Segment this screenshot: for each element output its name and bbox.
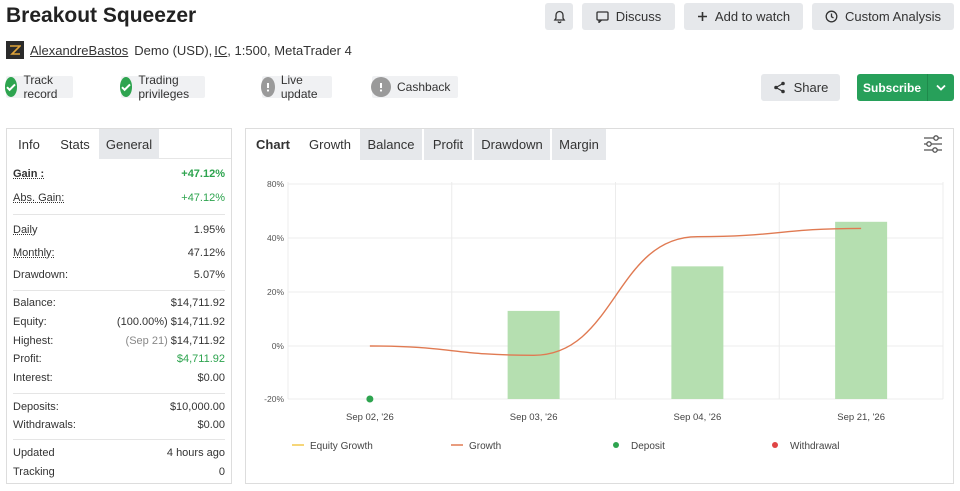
- sliders-icon: [924, 135, 942, 153]
- author-logo: [6, 41, 24, 59]
- tab-margin[interactable]: Margin: [552, 129, 608, 160]
- legend-swatch: [613, 442, 619, 448]
- tab-profit[interactable]: Profit: [424, 129, 474, 160]
- subscribe-dropdown[interactable]: [927, 74, 954, 101]
- tab-growth[interactable]: Growth: [300, 129, 360, 160]
- x-tick-label: Sep 04, '26: [673, 412, 721, 423]
- stat-drawdown: Drawdown: 5.07%: [13, 269, 225, 281]
- check-icon: [5, 77, 18, 97]
- author-logo-icon: [10, 45, 21, 55]
- growth-chart: 80%40%20%0%-20% Sep 02, '26 Sep 03, '26 Se…: [264, 179, 944, 452]
- tab-balance[interactable]: Balance: [360, 129, 424, 160]
- badge-label: Trading privileges: [138, 73, 190, 101]
- page-title: Breakout Squeezer: [6, 4, 197, 27]
- divider: [13, 439, 225, 440]
- stat-updated: Updated 4 hours ago: [13, 447, 225, 459]
- legend-label: Withdrawal: [790, 441, 839, 452]
- legend-label: Deposit: [631, 441, 665, 452]
- subscribe-button[interactable]: Subscribe: [857, 74, 954, 101]
- stat-monthly: Monthly: 47.12%: [13, 247, 225, 259]
- author-link[interactable]: AlexandreBastos: [30, 43, 128, 58]
- tab-info[interactable]: Info: [7, 129, 51, 159]
- plus-icon: [697, 12, 707, 21]
- broker-link[interactable]: IC: [214, 43, 227, 58]
- tab-chart[interactable]: Chart: [246, 129, 300, 160]
- clock-icon: [825, 10, 838, 23]
- tab-general[interactable]: General: [99, 129, 159, 159]
- share-button[interactable]: Share: [761, 74, 840, 101]
- comment-icon: [596, 10, 609, 23]
- share-icon: [773, 81, 785, 94]
- badge-cashback: Cashback: [371, 76, 459, 98]
- deposit-point: [366, 395, 374, 403]
- legend-label: Growth: [469, 441, 501, 452]
- growth-bar: [671, 266, 724, 399]
- stats-tabs: Info Stats General: [7, 129, 231, 159]
- tab-drawdown[interactable]: Drawdown: [474, 129, 552, 160]
- custom-analysis-label: Custom Analysis: [844, 9, 942, 24]
- discuss-button[interactable]: Discuss: [582, 3, 675, 30]
- x-tick-label: Sep 03, '26: [510, 412, 558, 423]
- divider: [13, 290, 225, 291]
- highest-date: (Sep 21): [125, 335, 168, 347]
- custom-analysis-button[interactable]: Custom Analysis: [812, 3, 954, 30]
- badge-label: Cashback: [397, 80, 451, 94]
- y-tick-label: 20%: [267, 287, 284, 297]
- stat-equity: Equity: (100.00%) $14,711.92: [13, 316, 225, 328]
- account-details: , 1:500, MetaTrader 4: [227, 42, 352, 58]
- share-label: Share: [793, 80, 829, 95]
- equity-percent: (100.00%): [116, 316, 168, 328]
- warning-icon: [261, 77, 275, 97]
- stat-gain: Gain : +47.12%: [13, 168, 225, 180]
- badge-label: Live update: [280, 73, 318, 101]
- tab-stats[interactable]: Stats: [51, 129, 99, 159]
- stat-tracking: Tracking 0: [13, 466, 225, 478]
- legend-swatch: [772, 442, 778, 448]
- y-tick-label: 40%: [267, 233, 284, 243]
- account-info: AlexandreBastos Demo (USD), IC , 1:500, …: [6, 40, 352, 60]
- x-tick-label: Sep 02, '26: [346, 412, 394, 423]
- chart-points: [366, 395, 374, 403]
- chart-legend: Equity Growth Growth Deposit Withdrawal: [292, 441, 839, 452]
- divider: [13, 214, 225, 215]
- stat-deposits: Deposits: $10,000.00: [13, 401, 225, 413]
- growth-bar: [835, 221, 888, 399]
- badge-label: Track record: [23, 73, 58, 101]
- y-tick-label: -20%: [264, 394, 284, 404]
- stat-daily: Daily 1.95%: [13, 224, 225, 236]
- stat-withdrawals: Withdrawals: $0.00: [13, 419, 225, 431]
- subscribe-label: Subscribe: [862, 80, 922, 95]
- chevron-down-icon: [936, 84, 946, 91]
- legend-label: Equity Growth: [310, 441, 373, 452]
- account-type: Demo (USD),: [134, 42, 213, 58]
- stat-balance: Balance: $14,711.92: [13, 297, 225, 309]
- y-tick-label: 0%: [272, 341, 285, 351]
- notification-button[interactable]: [545, 3, 573, 30]
- add-to-watch-button[interactable]: Add to watch: [684, 3, 803, 30]
- y-axis: 80% 40% 20% 0% -20%: [264, 179, 284, 404]
- badge-track-record: Track record: [5, 73, 74, 101]
- stat-highest: Highest: (Sep 21) $14,711.92: [13, 335, 225, 347]
- add-to-watch-label: Add to watch: [714, 9, 791, 24]
- bell-icon: [553, 10, 565, 23]
- badge-trading-privileges: Trading privileges: [120, 73, 205, 101]
- chart-tabs: Chart Growth Balance Profit Drawdown Mar…: [246, 129, 608, 160]
- badge-live-update: Live update: [261, 73, 332, 101]
- stat-interest: Interest: $0.00: [13, 372, 225, 384]
- chart-settings-button[interactable]: [923, 135, 943, 156]
- stat-profit: Profit: $4,711.92: [13, 353, 225, 365]
- stat-abs-gain: Abs. Gain: +47.12%: [13, 192, 225, 204]
- check-icon: [120, 77, 133, 97]
- chart-panel: Chart Growth Balance Profit Drawdown Mar…: [245, 128, 954, 484]
- discuss-label: Discuss: [615, 9, 662, 24]
- x-axis: Sep 02, '26 Sep 03, '26 Sep 04, '26 Sep 21,…: [346, 412, 885, 423]
- warning-icon: [371, 77, 391, 97]
- stats-panel: Info Stats General Gain : +47.12% Abs. G…: [6, 128, 232, 484]
- chart-bars: [507, 221, 888, 399]
- divider: [13, 393, 225, 394]
- y-tick-label: 80%: [267, 179, 284, 189]
- x-tick-label: Sep 21, '26: [837, 412, 885, 423]
